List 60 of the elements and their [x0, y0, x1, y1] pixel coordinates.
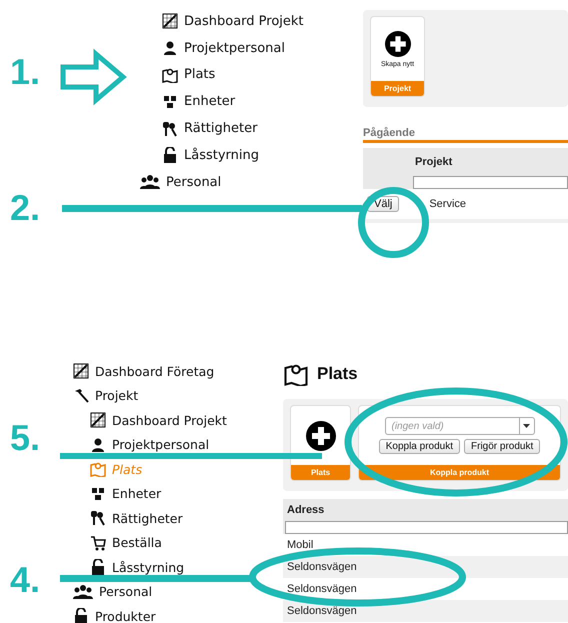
highlight-circle: [358, 187, 429, 258]
chart-icon: [162, 13, 178, 30]
lock-icon: [162, 147, 178, 164]
tile-footer: Plats: [291, 465, 350, 480]
product-button[interactable]: Frigör produkt: [464, 439, 540, 454]
person-icon: [90, 436, 106, 453]
sidebar-item[interactable]: Plats: [184, 67, 216, 82]
column-header: Adress: [283, 499, 568, 521]
sidebar-item[interactable]: Rättigheter: [112, 510, 183, 526]
sidebar-item[interactable]: Dashboard Företag: [95, 364, 214, 379]
table-cell: Seldonsvägen: [287, 583, 357, 595]
cart-icon: [90, 534, 106, 551]
filter-field[interactable]: [413, 176, 568, 189]
step-number: 2.: [10, 190, 40, 226]
table-cell: Mobil: [287, 539, 314, 551]
keys-icon: [162, 120, 178, 137]
step-number: 5.: [10, 420, 40, 456]
devices-icon: [90, 486, 106, 502]
plus-icon: [306, 420, 336, 450]
sidebar-item[interactable]: Personal: [99, 584, 152, 600]
filter-field[interactable]: [285, 521, 568, 534]
sidebar-item[interactable]: Beställa: [112, 535, 162, 550]
page-title: Plats: [317, 364, 358, 384]
sidebar-item[interactable]: Projektpersonal: [184, 40, 285, 56]
column-header: Projekt: [363, 148, 568, 176]
sidebar-item[interactable]: Produkter: [95, 608, 156, 623]
sidebar-item[interactable]: Låsstyrning: [184, 148, 260, 163]
sidebar-item[interactable]: Låsstyrning: [112, 560, 184, 575]
person-icon: [162, 40, 178, 56]
plus-icon: [384, 30, 410, 56]
sidebar-item[interactable]: Enheter: [184, 94, 236, 110]
table-cell: Seldonsvägen: [287, 561, 357, 573]
sidebar-item[interactable]: Rättigheter: [184, 121, 258, 136]
step-number: 4.: [10, 562, 40, 598]
lock-icon: [90, 559, 106, 576]
tile-footer: Projekt: [371, 81, 424, 96]
sidebar-item[interactable]: Enheter: [112, 486, 162, 502]
people-icon: [140, 174, 160, 190]
sidebar-item[interactable]: Projektpersonal: [112, 437, 210, 452]
arrow-drawing: [60, 50, 126, 104]
map-icon: [162, 66, 178, 83]
lock-icon: [73, 608, 89, 623]
step-number: 1.: [10, 54, 40, 90]
map-icon: [90, 461, 106, 478]
chart-icon: [73, 363, 89, 380]
product-button[interactable]: Koppla produkt: [378, 439, 460, 454]
map-icon: [283, 362, 309, 386]
sidebar-item[interactable]: Personal: [166, 174, 222, 190]
sidebar-item[interactable]: Dashboard Projekt: [184, 14, 304, 29]
hammer-icon: [73, 388, 89, 404]
table-cell: Seldonsvägen: [287, 605, 357, 617]
sidebar-item[interactable]: Projekt: [95, 388, 138, 404]
people-icon: [73, 584, 93, 600]
section-heading: Pågående: [363, 127, 568, 143]
chart-icon: [90, 412, 106, 428]
table-cell: Service: [429, 198, 466, 210]
caret-icon: [523, 424, 530, 428]
sidebar-item[interactable]: Dashboard Projekt: [112, 412, 227, 428]
keys-icon: [90, 510, 106, 526]
devices-icon: [162, 94, 178, 110]
